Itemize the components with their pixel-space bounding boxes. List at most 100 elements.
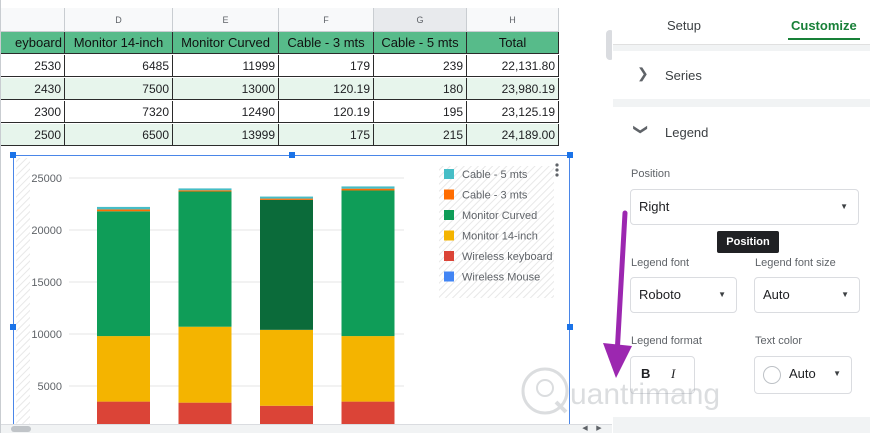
dropdown-arrow-icon: ▼ <box>833 369 841 378</box>
bar-segment <box>341 190 395 337</box>
legend-section-title[interactable]: Legend <box>665 125 708 140</box>
table-cell[interactable]: 2300 <box>1 101 65 123</box>
table-cell[interactable]: 23,980.19 <box>467 78 559 100</box>
legend-section: ❯ Legend Position Right ▼ Legend font Ro… <box>613 107 870 417</box>
bar-segment <box>178 188 232 191</box>
table-cell[interactable]: 7500 <box>65 78 173 100</box>
legend-item: Monitor Curved <box>462 210 537 222</box>
legend-swatch <box>444 210 454 220</box>
legend-format-box: B I <box>630 356 695 394</box>
table-cell[interactable]: 120.19 <box>279 78 374 100</box>
legend-swatch <box>444 169 454 179</box>
table-cell[interactable]: 6485 <box>65 55 173 77</box>
table-cell[interactable]: 175 <box>279 124 374 146</box>
scroll-left-icon[interactable]: ◀ <box>579 425 591 433</box>
horizontal-scrollbar-thumb[interactable] <box>11 426 31 432</box>
legend-format-label: Legend format <box>631 335 702 347</box>
table-cell[interactable]: 13000 <box>173 78 279 100</box>
chart-canvas: 25000 20000 15000 10000 5000 Cable - 5 mts Ca… <box>16 158 559 432</box>
y-tick-label: 25000 <box>31 173 62 185</box>
chevron-down-icon[interactable]: ❯ <box>632 124 649 136</box>
bar-segment <box>97 206 150 210</box>
italic-button[interactable]: I <box>671 357 675 391</box>
position-label: Position <box>631 168 671 180</box>
stacked-bar-chart[interactable]: 25000 20000 15000 10000 5000 Cable - 5 mts Ca… <box>13 155 570 433</box>
table-cell[interactable]: 12490 <box>173 101 279 123</box>
tab-customize[interactable]: Customize <box>791 18 857 33</box>
y-tick-label: 20000 <box>31 225 62 237</box>
bar-segment <box>178 191 232 327</box>
legend-font-select[interactable]: Roboto ▼ <box>630 277 737 313</box>
table-cell[interactable]: 180 <box>374 78 467 100</box>
chevron-right-icon: ❯ <box>637 65 649 81</box>
text-color-value: Auto <box>789 366 816 381</box>
table-cell[interactable]: 23,125.19 <box>467 101 559 123</box>
bold-button[interactable]: B <box>641 357 650 391</box>
bar-segment <box>260 198 313 200</box>
series-section-title[interactable]: Series <box>665 68 702 83</box>
table-cell[interactable]: 7320 <box>65 101 173 123</box>
column-header-h[interactable]: H <box>467 8 559 32</box>
table-cell[interactable]: 6500 <box>65 124 173 146</box>
header-cell-keyboard[interactable]: eyboard <box>1 32 65 54</box>
column-header-e[interactable]: E <box>173 8 279 32</box>
resize-handle-left[interactable] <box>10 324 16 330</box>
column-header-f[interactable]: F <box>279 8 374 32</box>
position-select[interactable]: Right ▼ <box>630 189 859 225</box>
series-section[interactable]: ❯ Series <box>613 51 870 99</box>
table-cell[interactable]: 239 <box>374 55 467 77</box>
scroll-right-icon[interactable]: ▶ <box>593 425 605 433</box>
table-cell[interactable]: 22,131.80 <box>467 55 559 77</box>
dropdown-arrow-icon: ▼ <box>840 202 848 211</box>
table-cell[interactable]: 179 <box>279 55 374 77</box>
chart-menu-icon[interactable] <box>555 163 559 177</box>
table-cell[interactable]: 24,189.00 <box>467 124 559 146</box>
table-cell[interactable]: 195 <box>374 101 467 123</box>
legend-swatch <box>444 271 454 282</box>
bar-segment <box>260 199 313 330</box>
column-header-d[interactable]: D <box>65 8 173 32</box>
table-cell[interactable]: 2500 <box>1 124 65 146</box>
legend-font-label: Legend font <box>631 257 690 269</box>
color-swatch <box>763 366 781 384</box>
spreadsheet-area: D E F G H eyboard Monitor 14-inch Monito… <box>0 0 612 433</box>
legend-item: Wireless keyboard <box>462 251 552 263</box>
table-cell[interactable]: 2430 <box>1 78 65 100</box>
y-tick-label: 10000 <box>31 329 62 341</box>
bar-segment <box>178 326 232 403</box>
position-tooltip: Position <box>717 231 779 253</box>
legend-font-size-label: Legend font size <box>755 257 836 269</box>
legend-item: Wireless Mouse <box>462 272 540 284</box>
bar-segment <box>341 186 395 189</box>
header-cell-cable-5[interactable]: Cable - 5 mts <box>374 32 467 54</box>
header-cell-cable-3[interactable]: Cable - 3 mts <box>279 32 374 54</box>
resize-handle-right[interactable] <box>567 324 573 330</box>
legend-font-size-select[interactable]: Auto ▼ <box>754 277 860 313</box>
column-header-g[interactable]: G <box>374 8 467 32</box>
legend-swatch <box>444 230 454 241</box>
resize-handle-top-right[interactable] <box>567 152 573 158</box>
header-cell-total[interactable]: Total <box>467 32 559 54</box>
header-cell-monitor-curved[interactable]: Monitor Curved <box>173 32 279 54</box>
tab-setup[interactable]: Setup <box>667 18 701 33</box>
table-cell[interactable]: 215 <box>374 124 467 146</box>
table-cell[interactable]: 13999 <box>173 124 279 146</box>
table-cell[interactable]: 2530 <box>1 55 65 77</box>
table-cell[interactable]: 11999 <box>173 55 279 77</box>
text-color-select[interactable]: Auto ▼ <box>754 356 852 394</box>
bar-segment <box>97 211 150 337</box>
header-cell-monitor-14[interactable]: Monitor 14-inch <box>65 32 173 54</box>
legend-item: Monitor 14-inch <box>462 231 538 243</box>
column-header-c[interactable] <box>1 8 65 32</box>
resize-handle-top-left[interactable] <box>10 152 16 158</box>
legend-font-size-value: Auto <box>763 287 790 302</box>
y-tick-label: 15000 <box>31 277 62 289</box>
vertical-scrollbar-thumb[interactable] <box>606 30 612 60</box>
active-tab-indicator <box>788 38 860 40</box>
resize-handle-top[interactable] <box>289 152 295 158</box>
bar-segment <box>97 209 150 212</box>
legend-item: Cable - 5 mts <box>462 169 528 181</box>
table-cell[interactable]: 120.19 <box>279 101 374 123</box>
legend-swatch <box>444 251 454 261</box>
horizontal-scrollbar[interactable]: ◀ ▶ <box>1 424 612 433</box>
